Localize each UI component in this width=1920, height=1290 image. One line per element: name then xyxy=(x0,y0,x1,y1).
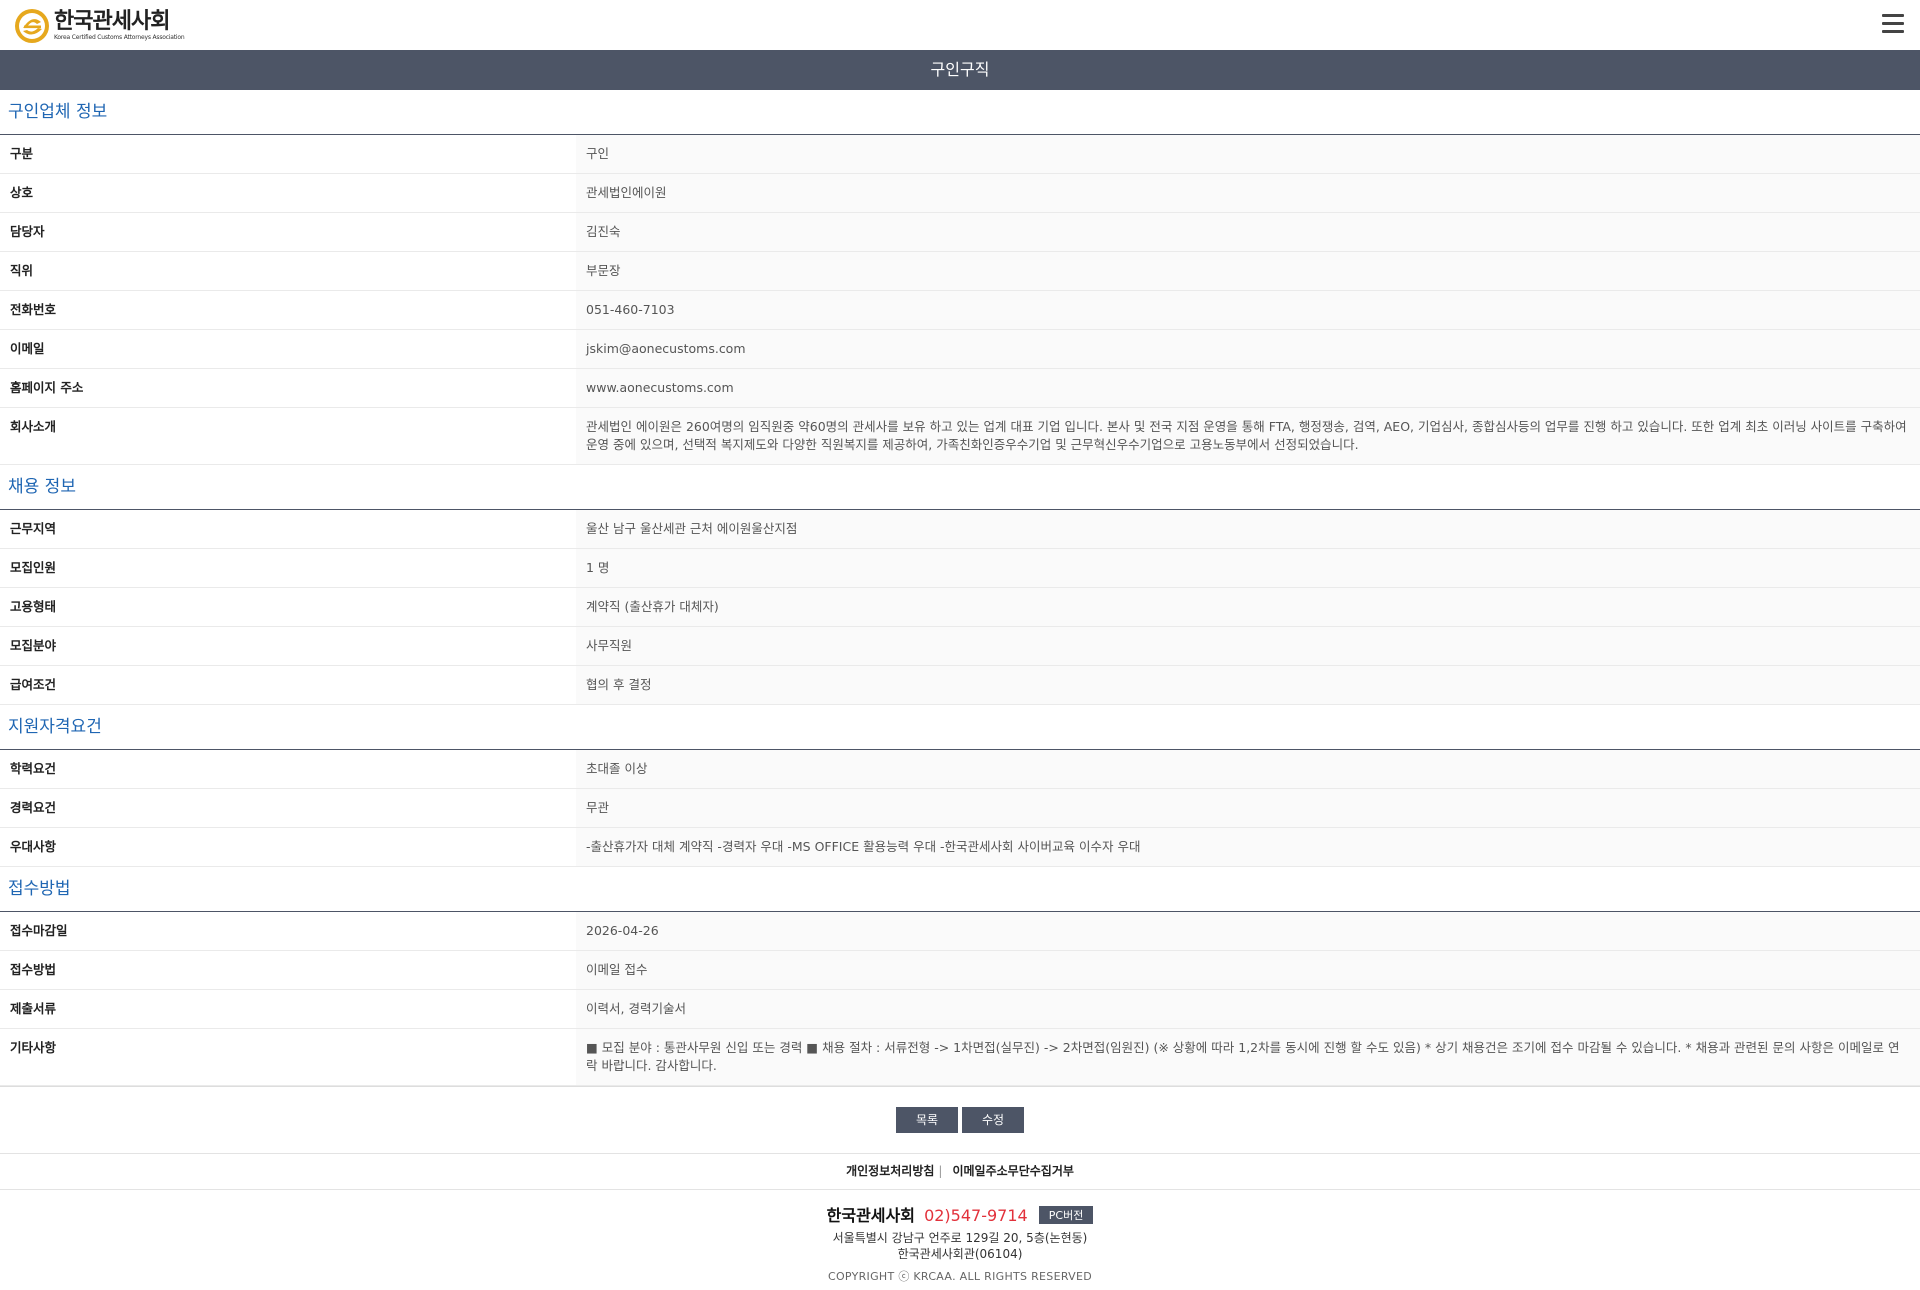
logo-english-name: Korea Certified Customs Attorneys Associ… xyxy=(54,34,185,41)
footer-address-line1: 서울특별시 강남구 언주로 129길 20, 5층(논현동) xyxy=(832,1231,1088,1245)
row-label: 접수마감일 xyxy=(0,912,576,951)
site-footer: 한국관세사회 02)547-9714 PC버전 서울특별시 강남구 언주로 12… xyxy=(0,1190,1920,1284)
row-label: 경력요건 xyxy=(0,788,576,828)
table-row: 경력요건 무관 xyxy=(0,788,1920,828)
footer-address: 서울특별시 강남구 언주로 129길 20, 5층(논현동) 한국관세사회관(0… xyxy=(0,1230,1920,1262)
row-label: 근무지역 xyxy=(0,510,576,549)
section-title: 구인업체 정보 xyxy=(0,90,1920,135)
table-row: 고용형태 계약직 (출산휴가 대체자) xyxy=(0,587,1920,627)
row-label: 직위 xyxy=(0,251,576,291)
table-row: 접수마감일 2026-04-26 xyxy=(0,912,1920,951)
list-button[interactable]: 목록 xyxy=(896,1107,958,1133)
menu-bar xyxy=(1882,22,1904,25)
table-row: 근무지역 울산 남구 울산세관 근처 에이원울산지점 xyxy=(0,510,1920,549)
application-table: 접수마감일 2026-04-26 접수방법 이메일 접수 제출서류 이력서, 경력기술… xyxy=(0,912,1920,1086)
section-qualifications: 지원자격요건 학력요건 초대졸 이상 경력요건 무관 우대사항 -출산휴가자 대체 계… xyxy=(0,705,1920,867)
row-label: 모집인원 xyxy=(0,548,576,588)
section-title: 지원자격요건 xyxy=(0,705,1920,750)
section-title: 채용 정보 xyxy=(0,465,1920,510)
footer-org-name: 한국관세사회 xyxy=(826,1206,915,1225)
recruitment-info-table: 근무지역 울산 남구 울산세관 근처 에이원울산지점 모집인원 1 명 고용형태 계약… xyxy=(0,510,1920,705)
row-value: 이력서, 경력기술서 xyxy=(576,989,1920,1029)
row-value: 이메일 접수 xyxy=(576,950,1920,990)
qualifications-table: 학력요건 초대졸 이상 경력요건 무관 우대사항 -출산휴가자 대체 계약직 -경력자… xyxy=(0,750,1920,867)
footer-links: 개인정보처리방침 | 이메일주소무단수집거부 xyxy=(0,1153,1920,1190)
row-value: 부문장 xyxy=(576,251,1920,291)
table-row: 홈페이지 주소 www.aonecustoms.com xyxy=(0,368,1920,408)
table-row: 상호 관세법인에이원 xyxy=(0,173,1920,213)
row-value: 사무직원 xyxy=(576,626,1920,666)
row-label: 고용형태 xyxy=(0,587,576,627)
table-row: 직위 부문장 xyxy=(0,251,1920,291)
row-label: 홈페이지 주소 xyxy=(0,368,576,408)
action-buttons: 목록 수정 xyxy=(0,1086,1920,1153)
table-row: 모집분야 사무직원 xyxy=(0,626,1920,666)
row-label: 구분 xyxy=(0,135,576,174)
row-value: 계약직 (출산휴가 대체자) xyxy=(576,587,1920,627)
row-label: 전화번호 xyxy=(0,290,576,330)
logo-text: 한국관세사회 Korea Certified Customs Attorneys… xyxy=(54,9,185,42)
row-label: 상호 xyxy=(0,173,576,213)
table-row: 우대사항 -출산휴가자 대체 계약직 -경력자 우대 -MS OFFICE 활용능… xyxy=(0,827,1920,867)
table-row: 전화번호 051-460-7103 xyxy=(0,290,1920,330)
table-row: 급여조건 협의 후 결정 xyxy=(0,665,1920,705)
table-row: 회사소개 관세법인 에이원은 260여명의 임직원중 약60명의 관세사를 보유 … xyxy=(0,407,1920,465)
menu-bar xyxy=(1882,14,1904,17)
email-refuse-link[interactable]: 이메일주소무단수집거부 xyxy=(952,1164,1073,1178)
link-separator: | xyxy=(938,1164,943,1178)
logo-emblem-icon xyxy=(15,9,49,43)
row-value: -출산휴가자 대체 계약직 -경력자 우대 -MS OFFICE 활용능력 우대… xyxy=(576,827,1920,867)
row-label: 모집분야 xyxy=(0,626,576,666)
row-value: 김진숙 xyxy=(576,212,1920,252)
row-value: 051-460-7103 xyxy=(576,290,1920,330)
row-value: 협의 후 결정 xyxy=(576,665,1920,705)
table-row: 모집인원 1 명 xyxy=(0,548,1920,588)
row-value: 관세법인 에이원은 260여명의 임직원중 약60명의 관세사를 보유 하고 있… xyxy=(576,407,1920,465)
section-title: 접수방법 xyxy=(0,867,1920,912)
table-row: 학력요건 초대졸 이상 xyxy=(0,750,1920,789)
row-value: jskim@aonecustoms.com xyxy=(576,329,1920,369)
pc-version-button[interactable]: PC버전 xyxy=(1038,1206,1094,1224)
logo-korean-name: 한국관세사회 xyxy=(54,9,170,34)
footer-contact: 한국관세사회 02)547-9714 PC버전 xyxy=(0,1202,1920,1226)
row-value: 구인 xyxy=(576,135,1920,174)
row-value: www.aonecustoms.com xyxy=(576,368,1920,408)
table-row: 제출서류 이력서, 경력기술서 xyxy=(0,989,1920,1029)
table-row: 구분 구인 xyxy=(0,135,1920,174)
row-label: 급여조건 xyxy=(0,665,576,705)
section-recruitment: 채용 정보 근무지역 울산 남구 울산세관 근처 에이원울산지점 모집인원 1 명 … xyxy=(0,465,1920,705)
site-header: 한국관세사회 Korea Certified Customs Attorneys… xyxy=(0,0,1920,50)
row-label: 제출서류 xyxy=(0,989,576,1029)
row-label: 기타사항 xyxy=(0,1028,576,1086)
footer-copyright: COPYRIGHT ⓒ KRCAA. ALL RIGHTS RESERVED xyxy=(827,1270,1093,1283)
table-row: 접수방법 이메일 접수 xyxy=(0,950,1920,990)
row-value: 울산 남구 울산세관 근처 에이원울산지점 xyxy=(576,510,1920,549)
footer-address-line2: 한국관세사회관(06104) xyxy=(897,1247,1023,1261)
page-title: 구인구직 xyxy=(0,50,1920,90)
section-application: 접수방법 접수마감일 2026-04-26 접수방법 이메일 접수 제출서류 이력서,… xyxy=(0,867,1920,1086)
site-logo[interactable]: 한국관세사회 Korea Certified Customs Attorneys… xyxy=(14,8,185,44)
row-value: 1 명 xyxy=(576,548,1920,588)
privacy-policy-link[interactable]: 개인정보처리방침 xyxy=(846,1164,934,1178)
row-label: 우대사항 xyxy=(0,827,576,867)
hamburger-menu-icon[interactable] xyxy=(1882,14,1904,34)
table-row: 담당자 김진숙 xyxy=(0,212,1920,252)
row-value: 2026-04-26 xyxy=(576,912,1920,951)
section-company: 구인업체 정보 구분 구인 상호 관세법인에이원 담당자 김진숙 직위 부문장 전화번호… xyxy=(0,90,1920,465)
table-row: 기타사항 ■ 모집 분야 : 통관사무원 신입 또는 경력 ■ 채용 절차 : 서… xyxy=(0,1028,1920,1086)
table-row: 이메일 jskim@aonecustoms.com xyxy=(0,329,1920,369)
row-label: 담당자 xyxy=(0,212,576,252)
row-value: 무관 xyxy=(576,788,1920,828)
row-label: 회사소개 xyxy=(0,407,576,465)
menu-bar xyxy=(1882,30,1904,33)
edit-button[interactable]: 수정 xyxy=(962,1107,1024,1133)
row-label: 이메일 xyxy=(0,329,576,369)
row-value: 관세법인에이원 xyxy=(576,173,1920,213)
company-info-table: 구분 구인 상호 관세법인에이원 담당자 김진숙 직위 부문장 전화번호 051-460-… xyxy=(0,135,1920,465)
row-label: 학력요건 xyxy=(0,750,576,789)
row-value: 초대졸 이상 xyxy=(576,750,1920,789)
footer-phone[interactable]: 02)547-9714 xyxy=(924,1206,1028,1225)
row-label: 접수방법 xyxy=(0,950,576,990)
row-value: ■ 모집 분야 : 통관사무원 신입 또는 경력 ■ 채용 절차 : 서류전형 … xyxy=(576,1028,1920,1086)
